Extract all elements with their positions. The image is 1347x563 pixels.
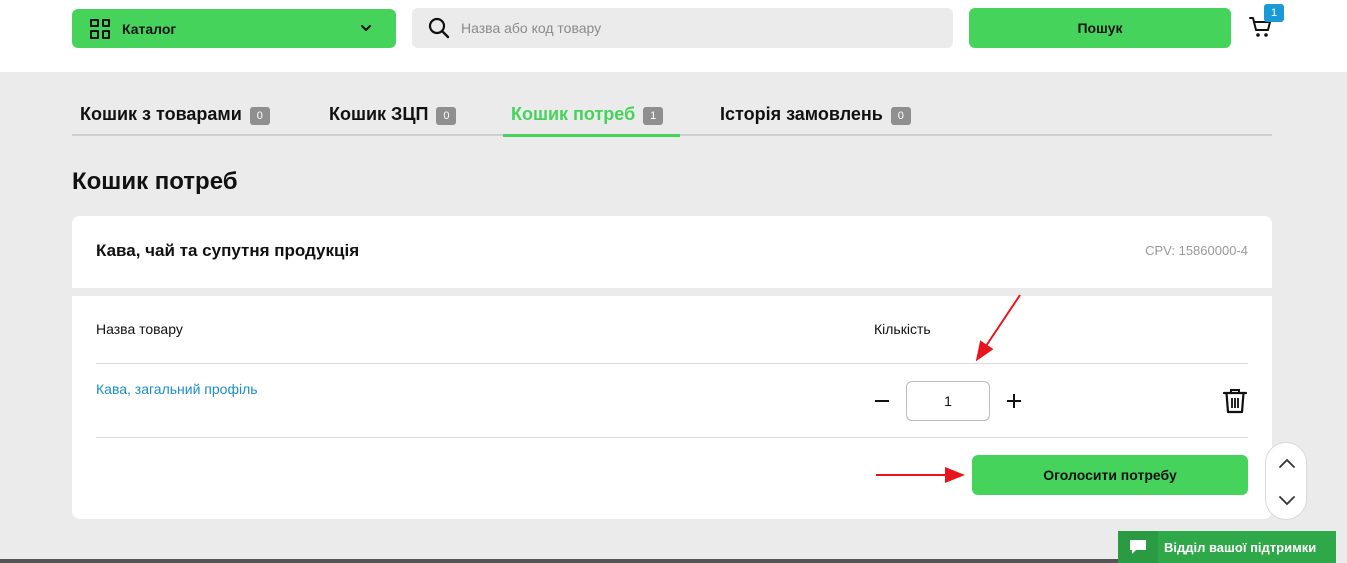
- search-input[interactable]: [461, 20, 931, 36]
- tab-label: Кошик потреб: [511, 104, 636, 124]
- chevron-up-icon[interactable]: [1277, 454, 1297, 474]
- tab-label: Кошик з товарами: [80, 104, 242, 124]
- column-header-name: Назва товару: [96, 321, 183, 337]
- top-header: Каталог Пошук 1: [0, 0, 1347, 72]
- divider: [96, 437, 1248, 438]
- scroll-controls: [1265, 442, 1307, 520]
- tab-count-badge: 0: [890, 107, 911, 125]
- tab-count-badge: 0: [436, 107, 457, 125]
- product-link[interactable]: Кава, загальний профіль: [96, 381, 258, 397]
- column-header-quantity: Кількість: [874, 321, 931, 337]
- category-title: Кава, чай та супутня продукція: [96, 241, 360, 260]
- cart-count-badge: 1: [1264, 4, 1284, 22]
- support-chat-button[interactable]: Відділ вашої підтримки: [1118, 531, 1336, 563]
- divider: [96, 363, 1248, 364]
- page-title: Кошик потреб: [72, 168, 238, 195]
- grid-icon: [90, 18, 110, 39]
- tab-label: Кошик ЗЦП: [329, 104, 429, 124]
- tab-order-history[interactable]: Історія замовлень 0: [720, 96, 911, 136]
- quantity-input[interactable]: [906, 381, 990, 421]
- announce-need-button[interactable]: Оголосити потребу: [972, 455, 1248, 495]
- tab-label: Історія замовлень: [720, 104, 883, 124]
- tab-count-badge: 1: [643, 107, 664, 125]
- needs-table: Назва товару Кількість Кава, загальний п…: [72, 296, 1272, 519]
- page-bottom-edge: [0, 559, 1118, 563]
- support-label: Відділ вашої підтримки: [1164, 539, 1317, 555]
- search-icon: [428, 17, 450, 39]
- catalog-button[interactable]: Каталог: [72, 9, 396, 48]
- tab-goods-cart[interactable]: Кошик з товарами 0: [80, 96, 270, 136]
- decrease-quantity-button[interactable]: [872, 391, 892, 411]
- category-header: Кава, чай та супутня продукція CPV: 1586…: [72, 216, 1272, 288]
- increase-quantity-button[interactable]: [1004, 391, 1024, 411]
- search-box: [412, 8, 953, 48]
- catalog-label: Каталог: [122, 20, 177, 37]
- tab-zcp-cart[interactable]: Кошик ЗЦП 0: [329, 96, 457, 136]
- tab-needs-cart[interactable]: Кошик потреб 1: [503, 96, 680, 137]
- chevron-down-icon: [361, 25, 371, 31]
- cpv-code: CPV: 15860000-4: [1145, 243, 1248, 258]
- chat-icon: [1118, 531, 1158, 563]
- tab-count-badge: 0: [249, 107, 270, 125]
- trash-icon[interactable]: [1222, 387, 1248, 415]
- cart-tabs: Кошик з товарами 0 Кошик ЗЦП 0 Кошик пот…: [72, 96, 1272, 137]
- chevron-down-icon[interactable]: [1277, 490, 1297, 510]
- search-button[interactable]: Пошук: [969, 8, 1231, 48]
